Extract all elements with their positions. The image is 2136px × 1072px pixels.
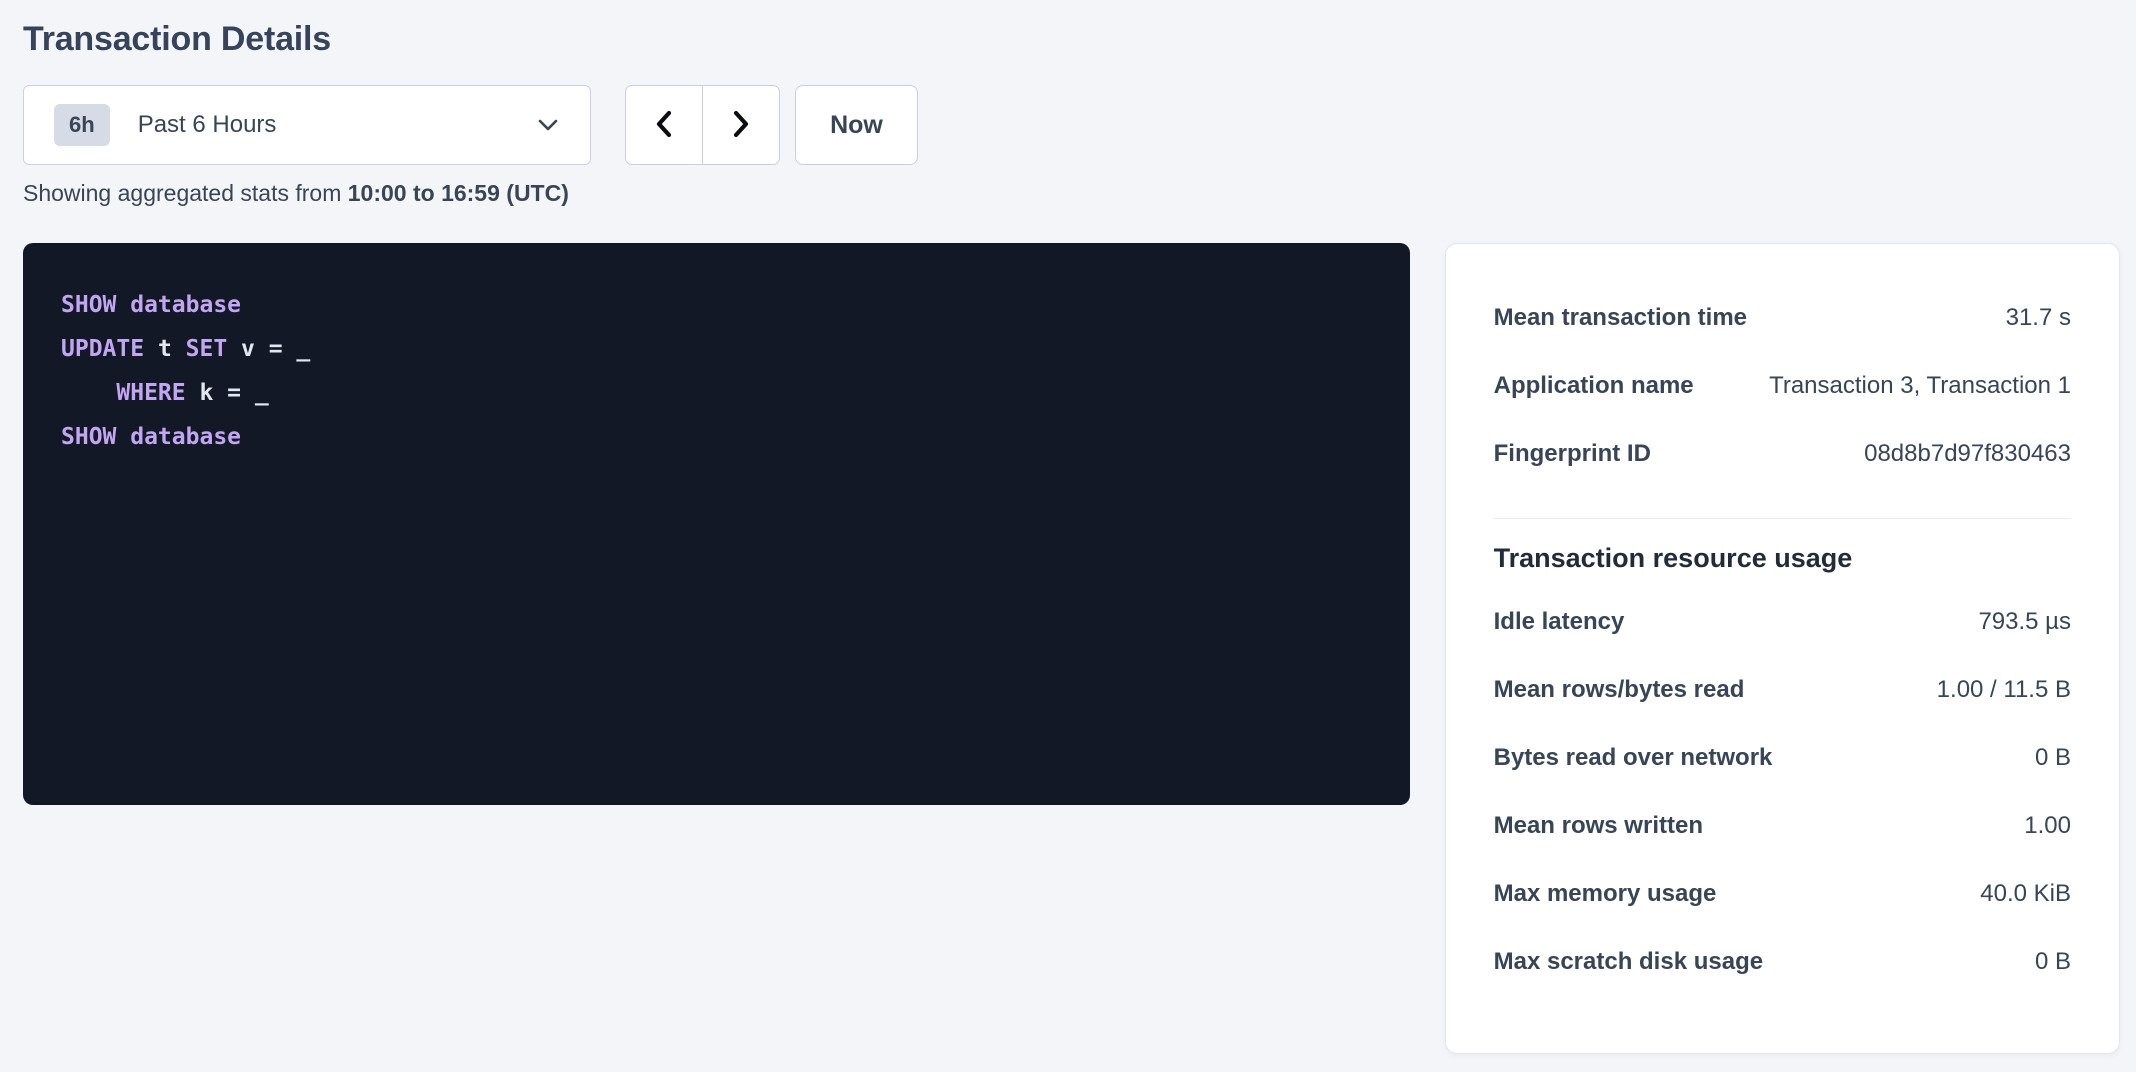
stat-label: Mean transaction time (1494, 304, 1747, 332)
prev-range-button[interactable] (625, 85, 703, 165)
stat-row-max-memory-usage: Max memory usage 40.0 KiB (1494, 860, 2071, 928)
stat-row-idle-latency: Idle latency 793.5 µs (1494, 588, 2071, 656)
sql-keyword: UPDATE (61, 336, 144, 362)
transaction-details-page: Transaction Details 6h Past 6 Hours (0, 0, 2136, 1054)
aggregation-period-range: 10:00 to 16:59 (UTC) (348, 180, 569, 206)
stat-label: Fingerprint ID (1494, 440, 1651, 468)
chevron-left-icon (651, 108, 677, 143)
stat-value: 0 B (2035, 744, 2071, 772)
stat-row-mean-transaction-time: Mean transaction time 31.7 s (1494, 284, 2071, 352)
stat-row-mean-rows-written: Mean rows written 1.00 (1494, 792, 2071, 860)
stat-value: Transaction 3, Transaction 1 (1769, 372, 2071, 400)
sql-line: WHERE k = _ (61, 371, 1372, 415)
sql-text: v = _ (227, 336, 310, 362)
sql-line: SHOW database (61, 415, 1372, 459)
sql-line: SHOW database (61, 283, 1372, 327)
time-range-badge: 6h (54, 104, 110, 146)
stat-value: 1.00 (2024, 812, 2071, 840)
stat-value: 40.0 KiB (1980, 880, 2071, 908)
stat-value: 0 B (2035, 948, 2071, 976)
sql-statements-box: SHOW database UPDATE t SET v = _ WHERE k… (23, 243, 1410, 805)
time-controls: 6h Past 6 Hours (23, 85, 2120, 165)
stat-row-mean-rows-bytes-read: Mean rows/bytes read 1.00 / 11.5 B (1494, 656, 2071, 724)
chevron-down-icon (536, 117, 560, 133)
now-button[interactable]: Now (795, 85, 918, 165)
sql-keyword: SHOW database (61, 292, 241, 318)
stat-label: Mean rows/bytes read (1494, 676, 1745, 704)
aggregation-period-prefix: Showing aggregated stats from (23, 180, 348, 206)
stat-row-fingerprint-id: Fingerprint ID 08d8b7d97f830463 (1494, 420, 2071, 488)
stat-label: Idle latency (1494, 608, 1625, 636)
stat-value: 793.5 µs (1978, 608, 2071, 636)
time-range-selected-label: Past 6 Hours (138, 111, 536, 139)
main-content: SHOW database UPDATE t SET v = _ WHERE k… (23, 243, 2120, 1054)
page-title: Transaction Details (23, 20, 2120, 59)
stat-row-max-scratch-disk-usage: Max scratch disk usage 0 B (1494, 928, 2071, 996)
stat-value: 1.00 / 11.5 B (1937, 676, 2071, 704)
sql-keyword: SET (186, 336, 228, 362)
stat-label: Mean rows written (1494, 812, 1703, 840)
sql-line: UPDATE t SET v = _ (61, 327, 1372, 371)
aggregation-period-text: Showing aggregated stats from 10:00 to 1… (23, 180, 2120, 207)
stat-row-bytes-read-over-network: Bytes read over network 0 B (1494, 724, 2071, 792)
next-range-button[interactable] (702, 85, 780, 165)
sql-keyword: WHERE (61, 380, 186, 406)
stat-value: 31.7 s (2006, 304, 2071, 332)
stat-value: 08d8b7d97f830463 (1864, 440, 2071, 468)
time-range-dropdown[interactable]: 6h Past 6 Hours (23, 85, 591, 165)
sql-keyword: SHOW database (61, 424, 241, 450)
resource-usage-heading: Transaction resource usage (1494, 543, 2071, 574)
stat-label: Max memory usage (1494, 880, 1717, 908)
chevron-right-icon (728, 108, 754, 143)
stat-label: Application name (1494, 372, 1694, 400)
stat-label: Max scratch disk usage (1494, 948, 1763, 976)
sql-text: t (144, 336, 186, 362)
transaction-details-card: Mean transaction time 31.7 s Application… (1445, 243, 2120, 1054)
divider (1494, 518, 2071, 519)
time-range-nav (625, 85, 780, 165)
stat-row-application-name: Application name Transaction 3, Transact… (1494, 352, 2071, 420)
stat-label: Bytes read over network (1494, 744, 1773, 772)
sql-text: k = _ (186, 380, 269, 406)
